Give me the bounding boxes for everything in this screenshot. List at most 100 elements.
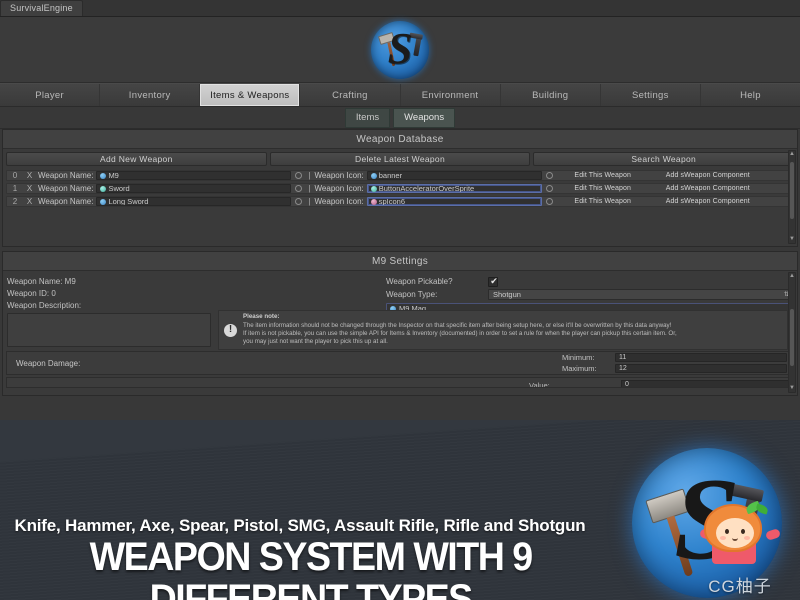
table-row[interactable]: 2 X Weapon Name: Long Sword | Weapon Ico…: [6, 196, 794, 207]
edit-this-weapon-button[interactable]: Edit This Weapon: [557, 171, 649, 180]
settings-panel-title: M9 Settings: [3, 252, 797, 271]
damage-maximum-label: Maximum:: [562, 364, 597, 373]
note-line-1: The item information should not be chang…: [243, 321, 672, 329]
weapon-icon-label: Weapon Icon:: [314, 184, 364, 193]
weapon-value-row-clipped: Value: 0: [6, 377, 794, 388]
nav-item-items-weapons[interactable]: Items & Weapons: [200, 84, 301, 106]
mascot-cheek-right: [744, 536, 750, 540]
scrollbar-thumb[interactable]: [790, 162, 794, 220]
row-index: 2: [12, 197, 18, 206]
damage-minimum-label: Minimum:: [562, 353, 595, 362]
nav-item-crafting[interactable]: Crafting: [300, 84, 401, 106]
nav-item-environment[interactable]: Environment: [400, 84, 501, 106]
weapon-icon-field[interactable]: ButtonAcceleratorOverSprite: [366, 184, 542, 193]
promo-headline: WEAPON SYSTEM WITH 9 DIFFERENT TYPES: [89, 535, 534, 600]
scroll-up-icon[interactable]: ▲: [789, 273, 795, 280]
editor-window: SurvivalEngine S Player Inventory Items …: [0, 0, 800, 420]
weapon-description-input[interactable]: [7, 313, 211, 347]
table-row[interactable]: 0 X Weapon Name: M9 | Weapon Icon: banne…: [6, 170, 794, 181]
weapon-type-value: Shotgun: [493, 290, 521, 299]
damage-maximum-row: Maximum: 12: [562, 364, 787, 373]
weapon-name-label: Weapon Name:: [38, 171, 94, 180]
tab-weapons[interactable]: Weapons: [393, 107, 456, 128]
add-weapon-component-button[interactable]: Add sWeapon Component: [649, 184, 767, 193]
weapon-name-value: M9: [108, 171, 119, 180]
window-tabbar: SurvivalEngine: [0, 0, 800, 17]
damage-minimum-input[interactable]: 11: [615, 353, 787, 362]
weapon-rows: 0 X Weapon Name: M9 | Weapon Icon: banne…: [3, 168, 797, 212]
add-new-weapon-button[interactable]: Add New Weapon: [6, 152, 267, 166]
nav-item-help[interactable]: Help: [700, 84, 800, 106]
object-picker-icon[interactable]: [295, 198, 303, 205]
weapon-damage-block: Weapon Damage: Minimum: 11 Maximum: 12: [6, 351, 794, 375]
weapon-value-input[interactable]: 0: [621, 380, 793, 387]
window-tab-survivalengine[interactable]: SurvivalEngine: [0, 0, 83, 16]
add-weapon-component-button[interactable]: Add sWeapon Component: [649, 197, 767, 206]
note-heading: Please note:: [243, 313, 280, 321]
note-line-3: you may just not want the player to pick…: [243, 338, 388, 346]
object-dot-icon: [100, 198, 107, 205]
weapon-name-field[interactable]: M9: [96, 171, 292, 180]
nav-item-settings[interactable]: Settings: [600, 84, 701, 106]
weapon-damage-fields: Minimum: 11 Maximum: 12: [562, 353, 787, 373]
object-picker-icon[interactable]: [545, 172, 553, 179]
nav-item-building[interactable]: Building: [500, 84, 601, 106]
warning-icon: !: [224, 323, 237, 337]
logo-letter: S: [387, 23, 413, 73]
object-dot-icon: [370, 185, 377, 192]
delete-row-button[interactable]: X: [23, 197, 36, 206]
edit-this-weapon-button[interactable]: Edit This Weapon: [557, 197, 649, 206]
logo-header: S: [0, 17, 800, 83]
weapon-icon-label: Weapon Icon:: [314, 171, 364, 180]
weapon-icon-value: ButtonAcceleratorOverSprite: [378, 184, 475, 193]
object-picker-icon[interactable]: [545, 185, 553, 192]
promo-text-block: Knife, Hammer, Axe, Spear, Pistol, SMG, …: [0, 516, 800, 600]
note-line-2: If item is not pickable, you can use the…: [243, 330, 677, 337]
watermark-mascot: CG柚子: [686, 500, 794, 596]
weapon-name-value: Sword: [108, 184, 130, 193]
nav-item-player[interactable]: Player: [0, 84, 101, 106]
tab-items[interactable]: Items: [344, 107, 391, 128]
settings-panel-scrollbar[interactable]: ▲ ▼: [788, 272, 796, 393]
damage-minimum-row: Minimum: 11: [562, 353, 787, 362]
scroll-down-icon[interactable]: ▼: [789, 236, 795, 243]
weapon-icon-value: banner: [378, 171, 403, 180]
nav-item-inventory[interactable]: Inventory: [100, 84, 201, 106]
edit-this-weapon-button[interactable]: Edit This Weapon: [557, 184, 649, 193]
delete-row-button[interactable]: X: [23, 171, 36, 180]
row-index: 1: [12, 184, 18, 193]
mascot-eye-right: [741, 529, 745, 534]
weapon-icon-label: Weapon Icon:: [314, 197, 364, 206]
scroll-up-icon[interactable]: ▲: [789, 151, 795, 158]
delete-latest-weapon-button[interactable]: Delete Latest Weapon: [269, 152, 531, 166]
weapon-name-field[interactable]: Sword: [96, 184, 292, 193]
weapon-name-label: Weapon Name:: [38, 184, 94, 193]
weapon-icon-field[interactable]: banner: [366, 171, 542, 180]
sub-tabs: Items Weapons: [0, 107, 800, 129]
mascot-arm-right: [764, 528, 782, 541]
row-index: 0: [12, 171, 18, 180]
weapon-database-panel: Weapon Database Add New Weapon Delete La…: [2, 129, 798, 247]
weapon-database-title: Weapon Database: [3, 130, 797, 149]
weapon-database-toolbar: Add New Weapon Delete Latest Weapon Sear…: [3, 149, 797, 168]
weapon-icon-field[interactable]: spIcon6: [366, 197, 542, 206]
weapon-type-dropdown[interactable]: Shotgun ⇅: [488, 289, 793, 300]
watermark-text: CG柚子: [708, 577, 772, 596]
object-picker-icon[interactable]: [545, 198, 553, 205]
search-weapon-button[interactable]: Search Weapon: [533, 152, 795, 166]
scroll-down-icon[interactable]: ▼: [789, 385, 795, 392]
weapon-type-label: Weapon Type:: [386, 290, 438, 299]
scrollbar-thumb[interactable]: [790, 308, 794, 366]
object-dot-icon: [100, 185, 107, 192]
object-picker-icon[interactable]: [295, 185, 303, 192]
weapon-type-row: Weapon Type: Shotgun ⇅: [386, 288, 793, 301]
weapon-database-scrollbar[interactable]: ▲ ▼: [788, 150, 796, 244]
table-row[interactable]: 1 X Weapon Name: Sword | Weapon Icon: Bu…: [6, 183, 794, 194]
add-weapon-component-button[interactable]: Add sWeapon Component: [649, 171, 767, 180]
weapon-name-field[interactable]: Long Sword: [96, 197, 292, 206]
delete-row-button[interactable]: X: [23, 184, 36, 193]
weapon-damage-label: Weapon Damage:: [16, 358, 81, 368]
damage-maximum-input[interactable]: 12: [615, 364, 787, 373]
object-picker-icon[interactable]: [295, 172, 303, 179]
weapon-pickable-checkbox[interactable]: [488, 276, 499, 287]
